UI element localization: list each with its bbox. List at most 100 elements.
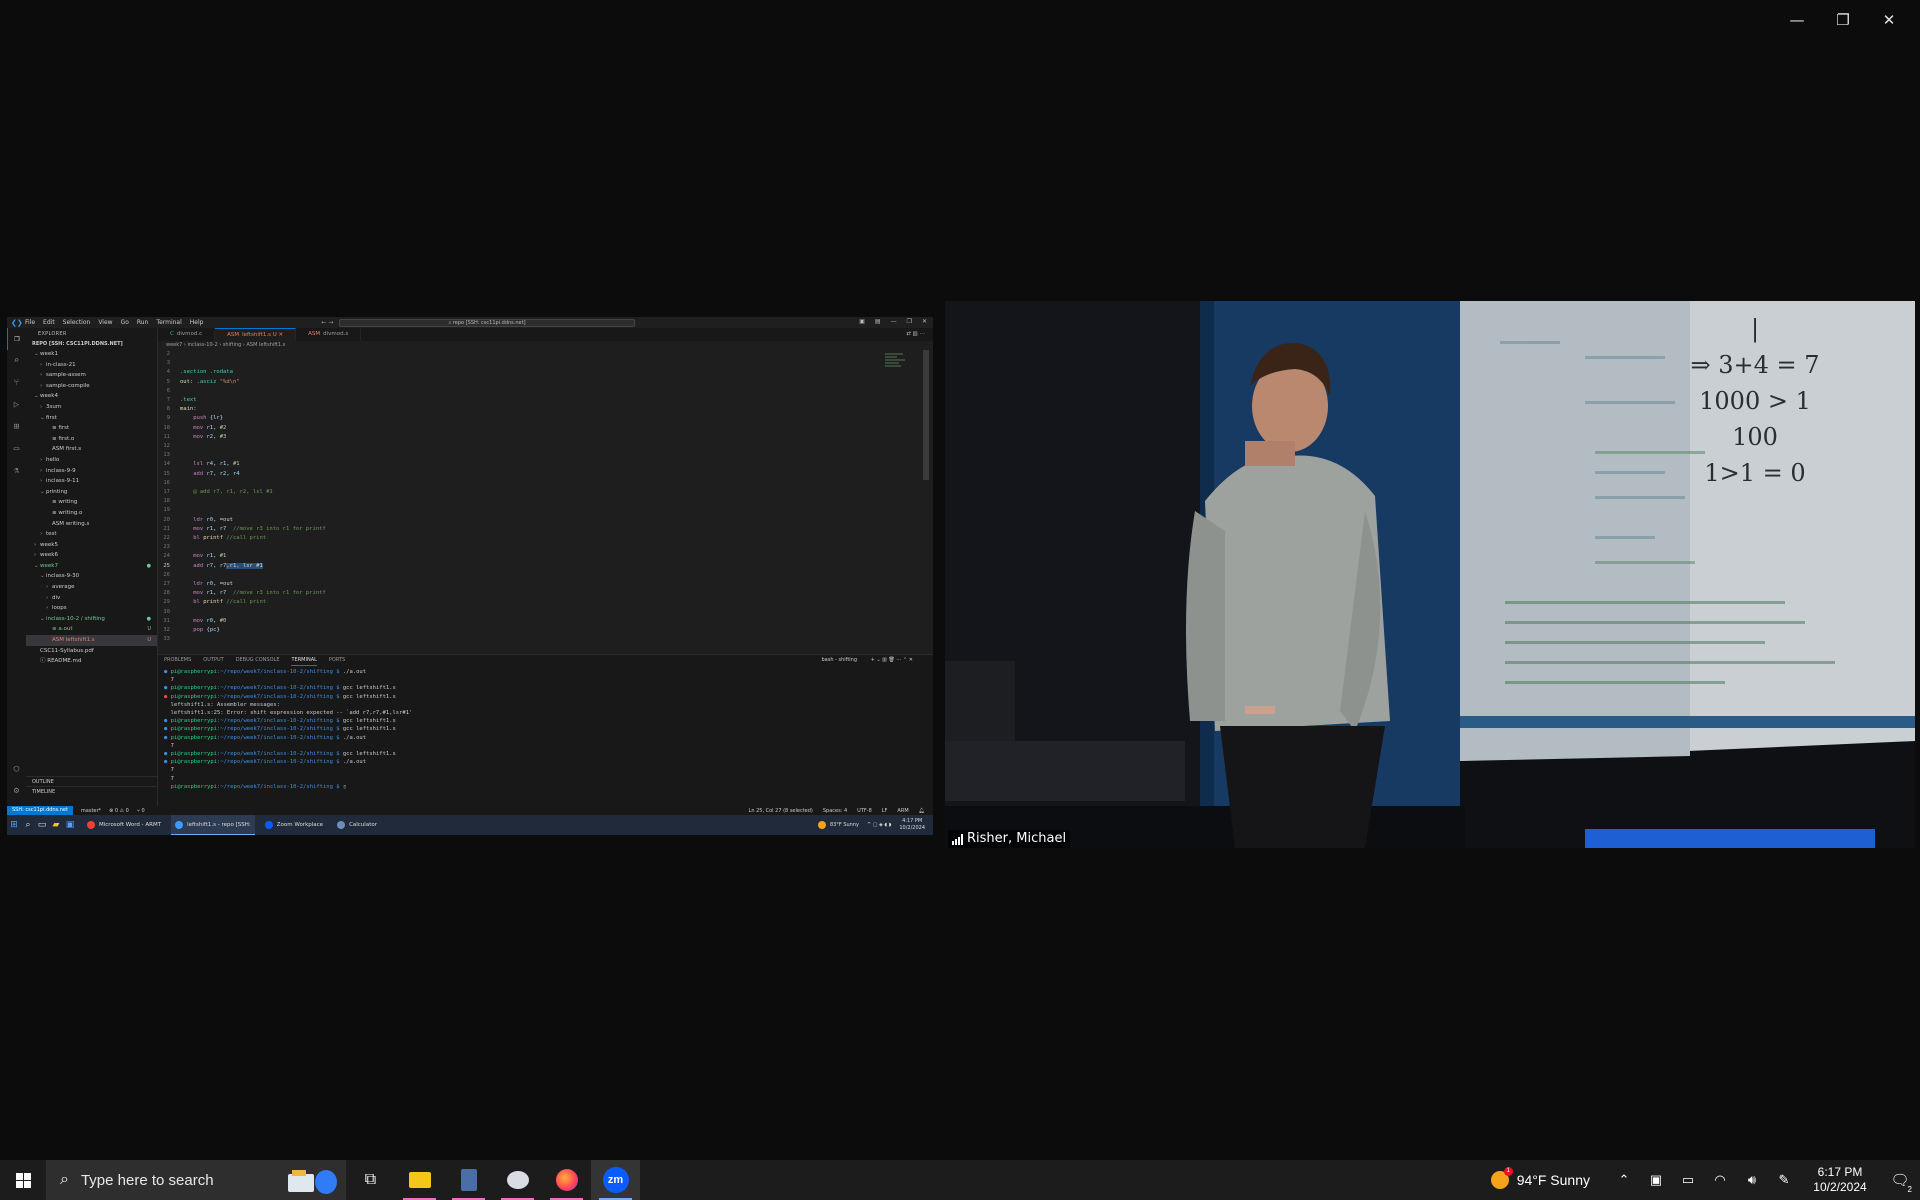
remote-explorer-icon[interactable]: ▭ <box>7 438 26 460</box>
tree-item[interactable]: › average <box>26 582 157 593</box>
tree-item[interactable]: › test <box>26 529 157 540</box>
menu-item-go[interactable]: Go <box>121 319 129 326</box>
breadcrumb[interactable]: week7 › inclass-10-2 › shifting › ASM le… <box>158 341 933 350</box>
file-explorer-button[interactable] <box>395 1160 444 1200</box>
close-tab-icon[interactable]: ✕ <box>277 332 284 338</box>
tree-item[interactable]: › div <box>26 593 157 604</box>
tree-item[interactable]: › loops <box>26 603 157 614</box>
tree-item[interactable]: › in-class-21 <box>26 360 157 371</box>
testing-icon[interactable]: ⚗ <box>7 460 26 482</box>
timeline-section[interactable]: TIMELINE <box>26 786 158 796</box>
notifications-button[interactable]: 🗨︎ 2 <box>1880 1171 1920 1194</box>
editor-actions-icon[interactable]: ⇄ ▥ ⋯ <box>906 328 933 341</box>
panel-tab-problems[interactable]: PROBLEMS <box>164 655 191 666</box>
close-icon[interactable]: ✕ <box>922 318 927 325</box>
outline-section[interactable]: OUTLINE <box>26 776 158 786</box>
zoom-button[interactable]: zm <box>591 1160 640 1200</box>
start-button[interactable] <box>0 1160 46 1200</box>
tree-item[interactable]: ≡ writing <box>26 497 157 508</box>
layout-icon[interactable]: ▣ <box>859 318 865 325</box>
minimize-icon[interactable]: — <box>891 318 897 325</box>
terminal-actions-icon[interactable]: + ⌄ ▥ 🗑︎ ⋯ ⌃ ✕ <box>869 657 913 663</box>
meet-now-icon[interactable]: ▣ <box>1640 1172 1672 1188</box>
taskbar-search-box[interactable]: ⌕ Type here to search <box>46 1160 346 1200</box>
menu-item-terminal[interactable]: Terminal <box>156 319 181 326</box>
extensions-icon[interactable]: ⊞ <box>7 416 26 438</box>
menu-item-help[interactable]: Help <box>190 319 204 326</box>
encoding[interactable]: UTF-8 <box>857 808 872 814</box>
menu-item-file[interactable]: File <box>25 319 35 326</box>
tree-item[interactable]: ⌄week1 <box>26 349 157 360</box>
editor-tab[interactable]: ASM divmod.s <box>296 328 362 341</box>
repo-root[interactable]: REPO [SSH: CSC11PI.DDNS.NET] <box>26 340 157 349</box>
indentation[interactable]: Spaces: 4 <box>823 808 847 814</box>
tree-item[interactable]: ≡ a.out U <box>26 624 157 635</box>
panel-tab-output[interactable]: OUTPUT <box>203 655 223 666</box>
tree-item[interactable]: ASM leftshift1.s U <box>26 635 157 646</box>
wifi-icon[interactable]: ◠ <box>1704 1172 1736 1188</box>
panel-tab-terminal[interactable]: TERMINAL <box>291 655 317 666</box>
problems-indicator[interactable]: ⊗ 0 ⚠ 0 <box>109 808 129 814</box>
tree-item[interactable]: › week5 <box>26 540 157 551</box>
participant-video[interactable]: | ⇒ 3+4 = 7 1000 > 1 100 1>1 = 0 <box>945 301 1915 848</box>
code-editor[interactable]: 2 3 4 .section .rodata 5 out: .asciz "%d\n" 6 7… <box>158 350 918 654</box>
run-debug-icon[interactable]: ▷ <box>7 394 26 416</box>
firefox-button[interactable] <box>542 1160 591 1200</box>
line-ending[interactable]: LF <box>882 808 888 814</box>
panel-tab-ports[interactable]: PORTS <box>329 655 345 666</box>
search-icon[interactable]: ⌕ <box>7 350 26 372</box>
tree-item[interactable]: ⌄inclass-10-2 / shifting ● <box>26 614 157 625</box>
command-center[interactable]: ⌕ repo [SSH: csc11pi.ddns.net] <box>339 319 635 327</box>
tree-item[interactable]: › 3sum <box>26 402 157 413</box>
weather-widget[interactable]: 1 94°F Sunny <box>1490 1167 1590 1189</box>
menu-item-edit[interactable]: Edit <box>43 319 55 326</box>
remote-indicator[interactable]: SSH: csc11pi.ddns.net <box>7 806 73 815</box>
tree-item[interactable]: › inclass-9-9 <box>26 466 157 477</box>
editor-tab[interactable]: Cdivmod.c <box>158 328 216 341</box>
menu-item-view[interactable]: View <box>98 319 112 326</box>
menu-item-run[interactable]: Run <box>137 319 149 326</box>
snipping-tool-button[interactable] <box>493 1160 542 1200</box>
terminal[interactable]: ● pi@raspberrypi:~/repo/week7/inclass-10… <box>158 666 933 793</box>
explorer-icon[interactable]: ❐ <box>7 328 26 350</box>
tree-item[interactable]: ⌄printing <box>26 487 157 498</box>
editor-tab[interactable]: ASM leftshift1.s U ✕ <box>215 328 297 341</box>
minimap[interactable] <box>885 352 909 382</box>
close-button[interactable]: ✕ <box>1866 8 1912 32</box>
restore-icon[interactable]: ❐ <box>907 318 912 325</box>
minimize-button[interactable]: — <box>1774 8 1820 32</box>
pen-icon[interactable]: ✎ <box>1768 1172 1800 1188</box>
bell-icon[interactable]: 🔔︎ <box>919 808 925 814</box>
tree-item[interactable]: ≡ first <box>26 423 157 434</box>
tree-item[interactable]: CSC11-Syllabus.pdf <box>26 646 157 657</box>
tree-item[interactable]: ⌄inclass-9-30 <box>26 571 157 582</box>
volume-icon[interactable]: 🔊︎ <box>1736 1172 1768 1188</box>
tree-item[interactable]: › sample-assem <box>26 370 157 381</box>
cursor-position[interactable]: Ln 25, Col 27 (8 selected) <box>749 808 813 814</box>
tree-item[interactable]: › sample-compile <box>26 381 157 392</box>
tree-item[interactable]: ⌄week7 ● <box>26 561 157 572</box>
settings-gear-icon[interactable]: ⚙ <box>7 780 26 802</box>
tree-item[interactable]: ASM writing.s <box>26 519 157 530</box>
tree-item[interactable]: ASM first.s <box>26 444 157 455</box>
tree-item[interactable]: ≡ first.o <box>26 434 157 445</box>
panel-tab-debug-console[interactable]: DEBUG CONSOLE <box>236 655 280 666</box>
language-mode[interactable]: ARM <box>897 808 908 814</box>
battery-icon[interactable]: ▭ <box>1672 1172 1704 1188</box>
nav-arrows-icon[interactable]: ← → <box>321 319 333 326</box>
editor-scrollbar[interactable] <box>923 350 929 480</box>
tree-item[interactable]: ≡ writing.o <box>26 508 157 519</box>
tree-item[interactable]: ⓘ README.md <box>26 656 157 667</box>
chevron-up-icon[interactable]: ⌃ <box>1608 1172 1640 1188</box>
task-view-button[interactable]: ⧉ <box>346 1160 395 1200</box>
tree-item[interactable]: ⌄week4 <box>26 391 157 402</box>
calculator-button[interactable] <box>444 1160 493 1200</box>
tree-item[interactable]: › inclass-9-11 <box>26 476 157 487</box>
terminal-toolbar[interactable]: bash - shifting + ⌄ ▥ 🗑︎ ⋯ ⌃ ✕ <box>822 655 926 666</box>
branch-indicator[interactable]: master* <box>81 808 101 814</box>
restore-button[interactable]: ❐ <box>1820 8 1866 32</box>
ports-indicator[interactable]: ⑂ 0 <box>137 808 145 814</box>
source-control-icon[interactable]: ⑂ <box>7 372 26 394</box>
tree-item[interactable]: › hello <box>26 455 157 466</box>
tree-item[interactable]: › week6 <box>26 550 157 561</box>
